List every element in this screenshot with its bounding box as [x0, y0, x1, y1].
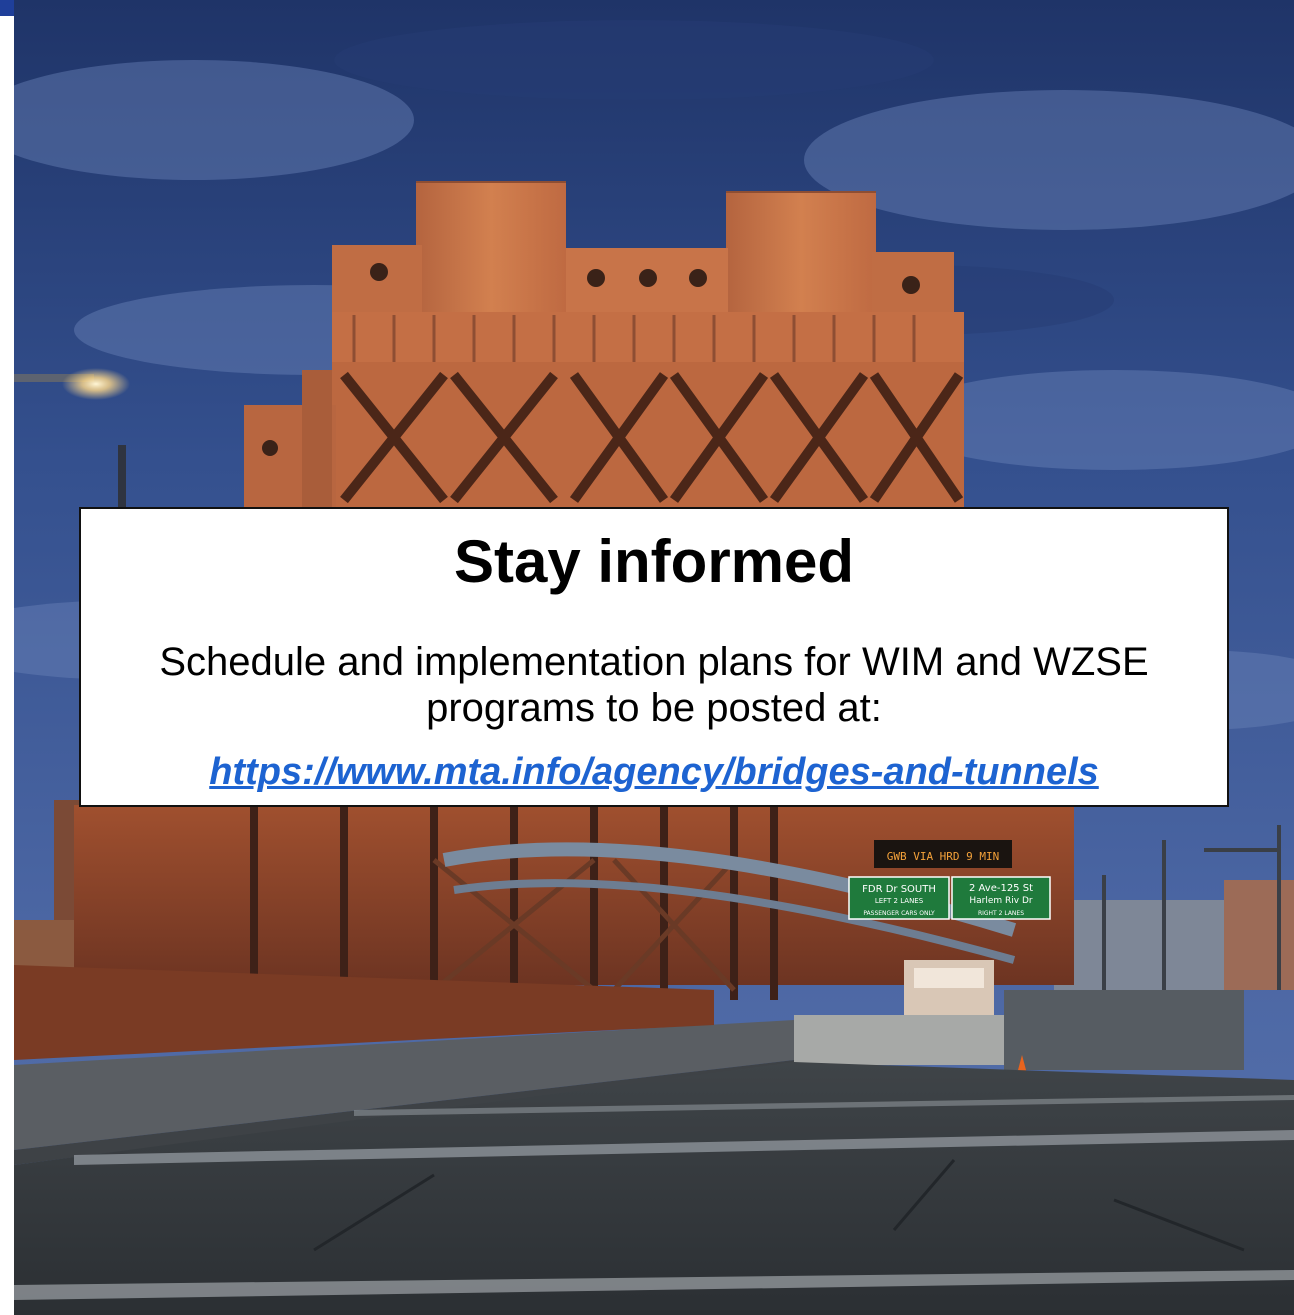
left-sign-line3: PASSENGER CARS ONLY	[863, 910, 935, 917]
left-sign-line2: LEFT 2 LANES	[875, 897, 924, 905]
slide: GWB VIA HRD 9 MIN FDR Dr SOUTH LEFT 2 LA…	[0, 0, 1294, 1315]
left-margin-strip	[0, 0, 14, 1315]
dms-sign-text: GWB VIA HRD 9 MIN	[887, 850, 1000, 863]
info-panel: Stay informed Schedule and implementatio…	[79, 507, 1229, 807]
left-sign-line1: FDR Dr SOUTH	[862, 884, 936, 895]
corner-accent	[0, 0, 14, 16]
panel-title: Stay informed	[453, 528, 855, 595]
right-sign-line3: RIGHT 2 LANES	[978, 910, 1024, 917]
panel-body-text: Schedule and implementation plans for WI…	[159, 640, 1149, 730]
right-sign-line1: 2 Ave-125 St	[969, 883, 1033, 894]
right-sign-line2: Harlem Riv Dr	[969, 896, 1033, 906]
bridges-and-tunnels-link[interactable]: https://www.mta.info/agency/bridges-and-…	[209, 749, 1099, 795]
